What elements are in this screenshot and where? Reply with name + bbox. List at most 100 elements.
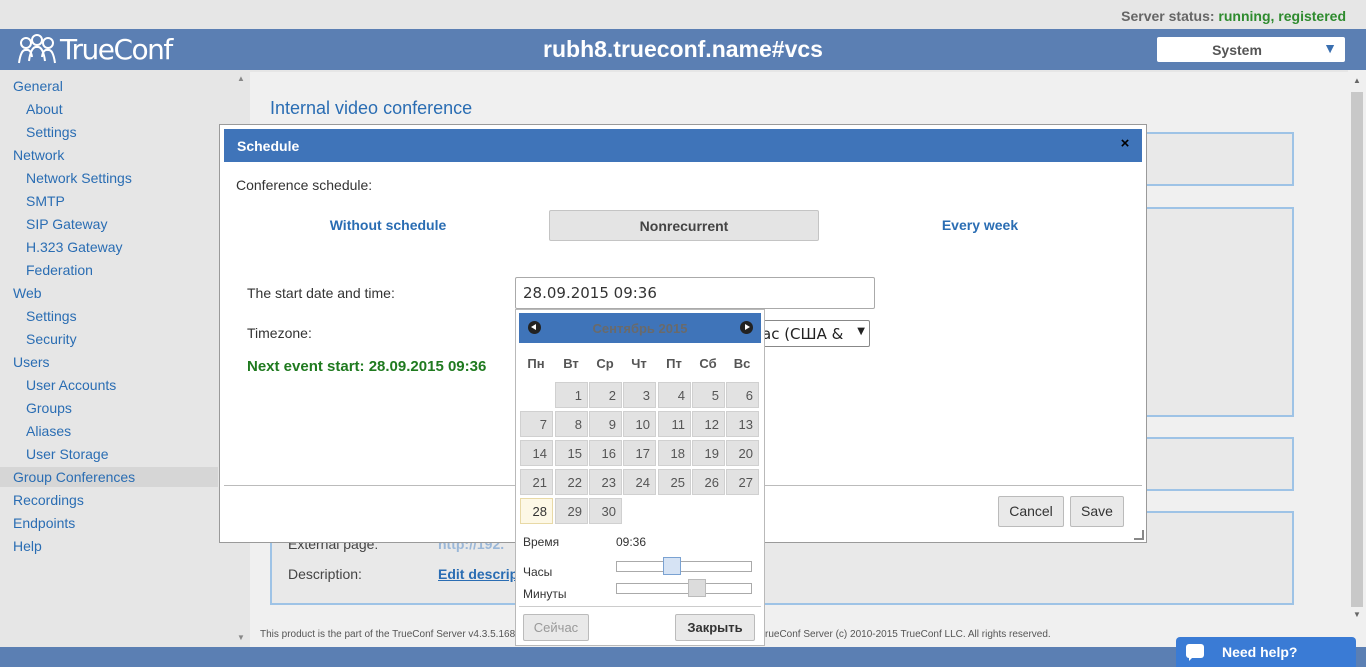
- scrollbar-thumb[interactable]: [1351, 92, 1363, 607]
- chat-icon: [1186, 644, 1204, 661]
- footer-right-text: rueConf Server (c) 2010-2015 TrueConf LL…: [765, 629, 1051, 640]
- calendar-day[interactable]: 21: [520, 469, 553, 495]
- main-scrollbar[interactable]: ▲ ▼: [1348, 70, 1366, 647]
- server-status-value: running, registered: [1218, 8, 1346, 24]
- weekday-header: Вт: [563, 356, 579, 371]
- sidebar-item-about[interactable]: About: [26, 99, 63, 119]
- scroll-up-icon[interactable]: ▲: [1353, 76, 1361, 85]
- sidebar-item-web-settings[interactable]: Settings: [26, 306, 77, 326]
- calendar-day[interactable]: 26: [692, 469, 725, 495]
- sidebar: General About Settings Network Network S…: [0, 70, 234, 647]
- start-datetime-label: The start date and time:: [247, 285, 395, 301]
- timezone-select[interactable]: ас (США & ▼: [760, 320, 870, 347]
- tab-nonrecurrent[interactable]: Nonrecurrent: [549, 210, 819, 241]
- scroll-down-icon[interactable]: ▼: [237, 633, 245, 642]
- sidebar-item-user-storage[interactable]: User Storage: [26, 444, 108, 464]
- sidebar-item-security[interactable]: Security: [26, 329, 77, 349]
- weekday-header: Сб: [699, 356, 717, 371]
- chevron-down-icon: ▼: [857, 326, 865, 337]
- minutes-label: Минуты: [523, 587, 567, 601]
- sidebar-item-h323-gateway[interactable]: H.323 Gateway: [26, 237, 123, 257]
- close-datepicker-button[interactable]: Закрыть: [675, 614, 755, 641]
- calendar-day[interactable]: 3: [623, 382, 656, 408]
- calendar-day[interactable]: 20: [726, 440, 759, 466]
- calendar-day[interactable]: 15: [555, 440, 588, 466]
- sidebar-item-endpoints[interactable]: Endpoints: [13, 513, 75, 533]
- calendar-day[interactable]: 23: [589, 469, 622, 495]
- calendar-day[interactable]: 30: [589, 498, 622, 524]
- start-datetime-input[interactable]: 28.09.2015 09:36: [515, 277, 875, 309]
- timezone-value: ас (США &: [762, 325, 844, 343]
- close-icon[interactable]: ×: [1118, 136, 1132, 151]
- calendar-day[interactable]: 13: [726, 411, 759, 437]
- calendar-day[interactable]: 9: [589, 411, 622, 437]
- sidebar-item-recordings[interactable]: Recordings: [13, 490, 84, 510]
- timezone-label: Timezone:: [247, 325, 312, 341]
- sidebar-item-aliases[interactable]: Aliases: [26, 421, 71, 441]
- dialog-title: Schedule: [237, 138, 300, 154]
- hours-slider-handle[interactable]: [663, 557, 681, 575]
- calendar-day[interactable]: 1: [555, 382, 588, 408]
- calendar-day[interactable]: 12: [692, 411, 725, 437]
- scroll-down-icon[interactable]: ▼: [1353, 610, 1361, 619]
- need-help-button[interactable]: Need help?: [1176, 637, 1356, 667]
- time-label: Время: [523, 535, 560, 549]
- sidebar-item-network-settings[interactable]: Network Settings: [26, 168, 132, 188]
- sidebar-item-users[interactable]: Users: [13, 352, 50, 372]
- scroll-up-icon[interactable]: ▲: [237, 74, 245, 83]
- weekday-header: Вс: [733, 356, 751, 371]
- cancel-button[interactable]: Cancel: [998, 496, 1064, 527]
- calendar-day[interactable]: 18: [658, 440, 691, 466]
- hours-slider[interactable]: [616, 557, 752, 575]
- calendar-day[interactable]: 22: [555, 469, 588, 495]
- minutes-slider[interactable]: [616, 579, 752, 597]
- sidebar-item-sip-gateway[interactable]: SIP Gateway: [26, 214, 107, 234]
- sidebar-item-general[interactable]: General: [13, 76, 63, 96]
- next-month-icon[interactable]: [740, 321, 753, 334]
- calendar-day[interactable]: 7: [520, 411, 553, 437]
- tab-every-week[interactable]: Every week: [830, 210, 1130, 241]
- calendar-day[interactable]: 14: [520, 440, 553, 466]
- calendar-day[interactable]: 16: [589, 440, 622, 466]
- weekday-header: Пн: [527, 356, 545, 371]
- sidebar-item-web[interactable]: Web: [13, 283, 42, 303]
- calendar-day[interactable]: 4: [658, 382, 691, 408]
- calendar-day[interactable]: 10: [623, 411, 656, 437]
- calendar-day[interactable]: 29: [555, 498, 588, 524]
- description-label: Description:: [288, 566, 362, 582]
- sidebar-item-smtp[interactable]: SMTP: [26, 191, 65, 211]
- sidebar-item-general-settings[interactable]: Settings: [26, 122, 77, 142]
- dialog-header: Schedule ×: [224, 129, 1142, 162]
- chevron-down-icon: ▼: [1323, 40, 1337, 56]
- calendar-day[interactable]: 25: [658, 469, 691, 495]
- calendar-day[interactable]: 5: [692, 382, 725, 408]
- sidebar-item-group-conferences[interactable]: Group Conferences: [0, 467, 218, 487]
- calendar-day[interactable]: 28: [520, 498, 553, 524]
- calendar-day[interactable]: 6: [726, 382, 759, 408]
- weekday-header: Ср: [596, 356, 614, 371]
- sidebar-item-groups[interactable]: Groups: [26, 398, 72, 418]
- sidebar-item-help[interactable]: Help: [13, 536, 42, 556]
- system-select[interactable]: System ▼: [1157, 37, 1345, 62]
- datepicker: Сентябрь 2015 Пн Вт Ср Чт Пт Сб Вс 1 2 3 4 5 6 7 8 9 10…: [515, 309, 765, 646]
- calendar-day[interactable]: 24: [623, 469, 656, 495]
- calendar-day[interactable]: 2: [589, 382, 622, 408]
- datepicker-header: Сентябрь 2015: [519, 313, 761, 343]
- sidebar-item-network[interactable]: Network: [13, 145, 64, 165]
- minutes-slider-handle[interactable]: [688, 579, 706, 597]
- sidebar-item-federation[interactable]: Federation: [26, 260, 93, 280]
- edit-description-link[interactable]: Edit descrip: [438, 566, 518, 582]
- next-event-start: Next event start: 28.09.2015 09:36: [247, 358, 487, 375]
- now-button[interactable]: Сейчас: [523, 614, 589, 641]
- tab-without-schedule[interactable]: Without schedule: [238, 210, 538, 241]
- calendar-day[interactable]: 19: [692, 440, 725, 466]
- calendar-day[interactable]: 11: [658, 411, 691, 437]
- calendar-day[interactable]: 8: [555, 411, 588, 437]
- calendar-day[interactable]: 27: [726, 469, 759, 495]
- calendar-day[interactable]: 17: [623, 440, 656, 466]
- page-title: Internal video conference: [270, 98, 473, 118]
- save-button[interactable]: Save: [1070, 496, 1124, 527]
- sidebar-item-user-accounts[interactable]: User Accounts: [26, 375, 116, 395]
- datepicker-divider: [519, 606, 761, 607]
- resize-grip-icon[interactable]: [1134, 530, 1144, 540]
